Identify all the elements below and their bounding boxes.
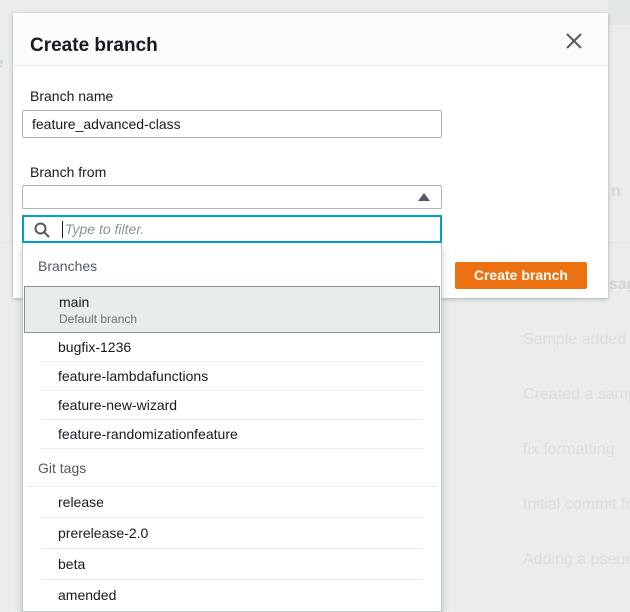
option-feature-lambdafunctions[interactable]: feature-lambdafunctions [23, 362, 441, 391]
background-commit-message: Adding a pseudo [523, 550, 630, 569]
option-label: main [59, 293, 439, 311]
option-bugfix-1236[interactable]: bugfix-1236 [23, 333, 441, 362]
create-branch-button[interactable]: Create branch [455, 262, 587, 289]
branch-name-label: Branch name [30, 88, 113, 104]
text-cursor [62, 221, 63, 238]
filter-input[interactable] [24, 217, 440, 241]
group-header-git-tags: Git tags [23, 449, 441, 487]
background-commit-message: Created a sample [523, 385, 630, 404]
background-commit-message: Sample added [523, 330, 626, 349]
option-beta[interactable]: beta [23, 549, 441, 580]
modal-header: Create branch [13, 13, 608, 66]
branch-from-select[interactable] [22, 185, 442, 209]
background-header-corner [608, 0, 630, 25]
background-link-fragment: e [0, 55, 3, 70]
branch-from-label: Branch from [30, 164, 106, 180]
option-feature-new-wizard[interactable]: feature-new-wizard [23, 391, 441, 420]
close-icon [563, 30, 585, 52]
background-commit-message: Initial commit fo [523, 495, 630, 514]
option-sublabel: Default branch [59, 311, 439, 327]
background-heading-fragment: n [611, 183, 621, 201]
background-commit-message: fix formatting [523, 440, 615, 459]
dropdown-list: Branches main Default branch bugfix-1236… [22, 243, 442, 612]
option-feature-randomizationfeature[interactable]: feature-randomizationfeature [23, 420, 441, 449]
group-header-branches: Branches [23, 243, 441, 286]
option-amended[interactable]: amended [23, 580, 441, 611]
filter-box [22, 215, 442, 243]
modal-title: Create branch [30, 36, 158, 55]
option-main[interactable]: main Default branch [24, 286, 440, 333]
option-prerelease-2.0[interactable]: prerelease-2.0 [23, 518, 441, 549]
close-button[interactable] [563, 30, 585, 52]
background-heading-fragment: sage [609, 276, 630, 294]
chevron-up-icon [418, 193, 430, 201]
option-release[interactable]: release [23, 487, 441, 518]
branch-name-input[interactable] [22, 110, 442, 138]
branch-from-dropdown: Branches main Default branch bugfix-1236… [22, 215, 442, 612]
